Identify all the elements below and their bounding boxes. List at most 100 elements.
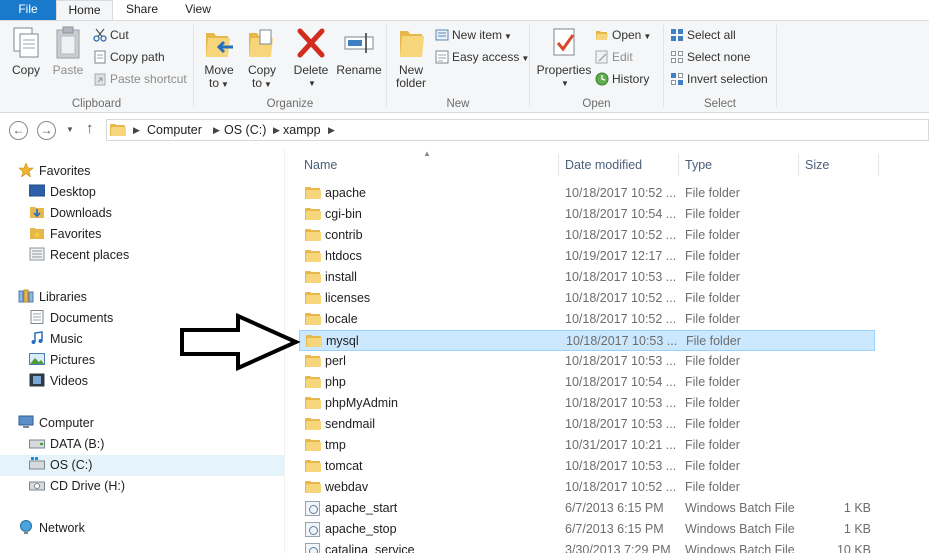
open-button[interactable]: Open ▼ [595,26,651,45]
folder-icon [305,313,321,326]
nav-pictures[interactable]: Pictures [29,350,95,371]
file-row[interactable]: php 10/18/2017 10:54 ... File folder [299,372,875,393]
column-divider[interactable] [878,154,879,176]
file-row[interactable]: apache 10/18/2017 10:52 ... File folder [299,183,875,204]
file-date-modified: 10/18/2017 10:52 ... [565,228,677,242]
nav-documents[interactable]: Documents [29,308,113,329]
nav-videos[interactable]: Videos [29,371,88,392]
file-type: File folder [685,186,740,200]
new-item-button[interactable]: New item ▼ [435,26,512,45]
copy-to-button[interactable]: Copy to ▼ [242,25,282,91]
file-row[interactable]: perl 10/18/2017 10:53 ... File folder [299,351,875,372]
paste-shortcut-button[interactable]: Paste shortcut [93,70,187,89]
breadcrumb-os-c[interactable]: OS (C:) [224,122,266,138]
file-row[interactable]: locale 10/18/2017 10:52 ... File folder [299,309,875,330]
forward-button[interactable]: → [37,121,56,140]
file-date-modified: 10/18/2017 10:52 ... [565,480,677,494]
nav-computer[interactable]: Computer [18,413,94,434]
folder-icon [305,397,321,410]
select-none-button[interactable]: Select none [670,48,750,67]
history-button[interactable]: History [595,70,649,89]
file-row[interactable]: apache_stop 6/7/2013 6:15 PM Windows Batch… [299,519,875,540]
back-button[interactable]: ← [9,121,28,140]
tab-share[interactable]: Share [113,0,171,20]
file-row[interactable]: contrib 10/18/2017 10:52 ... File folder [299,225,875,246]
file-name: perl [325,354,346,368]
file-row[interactable]: licenses 10/18/2017 10:52 ... File folder [299,288,875,309]
file-type: File folder [685,354,740,368]
file-date-modified: 10/18/2017 10:54 ... [565,375,677,389]
file-row[interactable]: catalina_service 3/30/2013 7:29 PM Windows… [299,540,875,553]
nav-libraries[interactable]: Libraries [18,287,87,308]
nav-recent-places[interactable]: Recent places [29,245,129,266]
nav-downloads[interactable]: Downloads [29,203,112,224]
delete-x-icon [294,25,328,61]
file-date-modified: 3/30/2013 7:29 PM [565,543,671,553]
sort-ascending-icon: ▲ [423,149,431,158]
file-row[interactable]: tomcat 10/18/2017 10:53 ... File folder [299,456,875,477]
chevron-down-icon: ▼ [221,80,229,89]
tab-file[interactable]: File [0,0,56,20]
ribbon-divider [776,25,777,107]
delete-button[interactable]: Delete ▼ [288,25,334,90]
file-row[interactable]: webdav 10/18/2017 10:52 ... File folder [299,477,875,498]
file-size: 1 KB [843,501,871,515]
easy-access-button[interactable]: Easy access ▼ [435,48,529,67]
up-button[interactable]: ↑ [86,121,94,137]
file-name: webdav [325,480,369,494]
new-item-label: New item [452,28,503,42]
nav-cd-drive[interactable]: CD Drive (H:) [29,476,125,497]
batch-file-icon [305,543,321,553]
address-bar[interactable]: ▶ Computer ▶ OS (C:) ▶ xampp ▶ [106,119,929,141]
file-name: php [325,375,346,389]
nav-drive-os-c[interactable]: OS (C:) [0,455,284,476]
edit-button[interactable]: Edit [595,48,633,67]
file-row[interactable]: tmp 10/31/2017 10:21 ... File folder [299,435,875,456]
move-to-button[interactable]: Move to ▼ [199,25,239,91]
network-icon [18,520,34,534]
file-name: sendmail [325,417,376,431]
file-row[interactable]: htdocs 10/19/2017 12:17 ... File folder [299,246,875,267]
breadcrumb-xampp[interactable]: xampp [283,122,321,138]
file-row[interactable]: mysql 10/18/2017 10:53 ... File folder [299,330,875,351]
cut-button[interactable]: Cut [93,26,129,45]
file-row[interactable]: install 10/18/2017 10:53 ... File folder [299,267,875,288]
invert-selection-button[interactable]: Invert selection [670,70,768,89]
chevron-down-icon: ▼ [504,32,512,41]
file-row[interactable]: cgi-bin 10/18/2017 10:54 ... File folder [299,204,875,225]
column-divider[interactable] [678,154,679,176]
select-all-button[interactable]: Select all [670,26,736,45]
column-header-type[interactable]: Type [685,154,712,176]
copy-path-button[interactable]: Copy path [93,48,165,67]
rename-button[interactable]: Rename [335,25,383,77]
column-header-name[interactable]: Name [304,154,337,176]
properties-button[interactable]: Properties ▼ [535,25,593,90]
copy-icon [9,25,43,61]
paste-shortcut-label: Paste shortcut [110,72,187,86]
copy-button[interactable]: Copy [6,25,46,77]
recent-locations-dropdown[interactable]: ▼ [66,125,74,134]
column-header-date[interactable]: Date modified [565,154,642,176]
nav-music[interactable]: Music [29,329,83,350]
column-header-size[interactable]: Size [805,154,829,176]
nav-drive-data[interactable]: DATA (B:) [29,434,104,455]
breadcrumb-computer[interactable]: Computer [147,122,202,138]
breadcrumb-chevron-icon: ▶ [133,125,140,135]
file-row[interactable]: phpMyAdmin 10/18/2017 10:53 ... File folde… [299,393,875,414]
nav-network[interactable]: Network [18,518,85,539]
file-row[interactable]: apache_start 6/7/2013 6:15 PM Windows Batc… [299,498,875,519]
star-icon [18,162,34,178]
nav-desktop[interactable]: Desktop [28,182,96,203]
file-row[interactable]: sendmail 10/18/2017 10:53 ... File folder [299,414,875,435]
tab-home[interactable]: Home [56,0,113,21]
folder-icon [305,271,321,284]
new-folder-button[interactable]: New folder [391,25,431,90]
paste-button[interactable]: Paste [49,25,87,77]
favorites-folder-icon [29,226,45,240]
file-date-modified: 10/18/2017 10:52 ... [565,312,677,326]
column-divider[interactable] [798,154,799,176]
column-divider[interactable] [558,154,559,176]
nav-favorites-folder[interactable]: Favorites [29,224,101,245]
nav-favorites[interactable]: Favorites [18,161,90,182]
tab-view[interactable]: View [171,0,225,20]
